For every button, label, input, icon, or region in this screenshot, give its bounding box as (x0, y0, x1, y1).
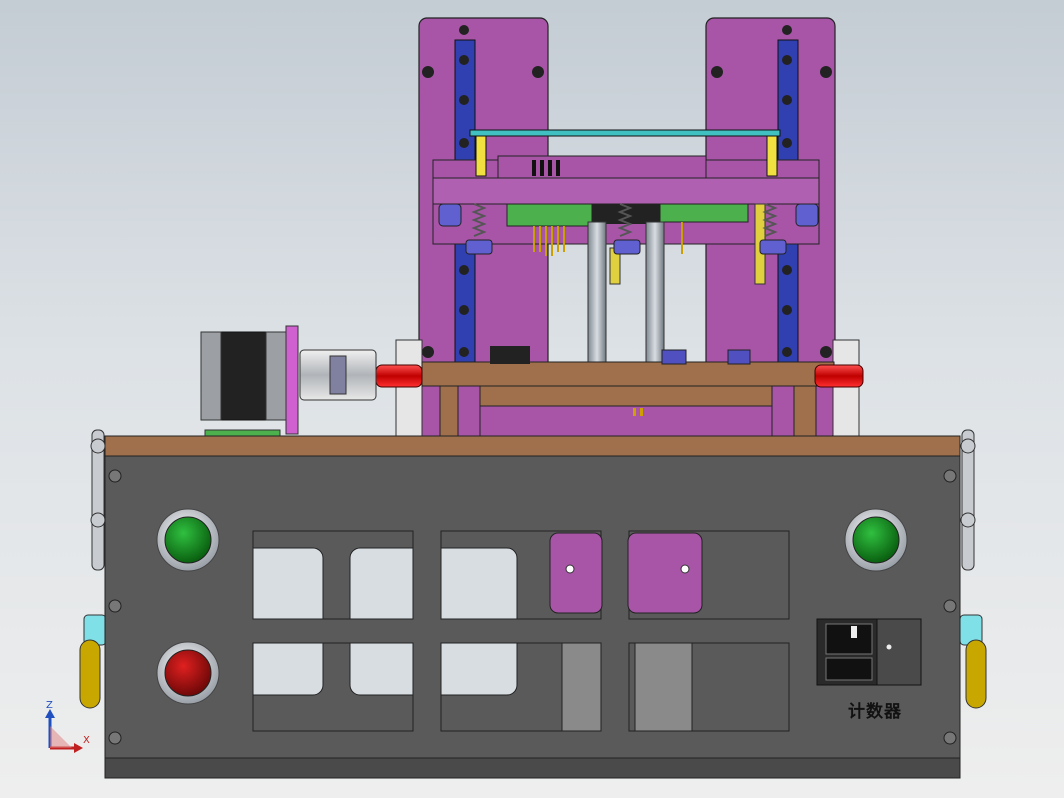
machine-drawing (45, 17, 987, 779)
table-top (104, 435, 961, 457)
stepper-motor (200, 325, 299, 435)
left-side-clamp (90, 429, 106, 571)
purple-bracket-left (549, 532, 603, 614)
right-handle (959, 614, 987, 709)
top-cross-bar (469, 129, 781, 137)
pcb-board-right (659, 203, 749, 223)
left-handle (79, 614, 107, 709)
counter-module (816, 618, 922, 686)
counter-label: 计数器 (848, 702, 902, 722)
guide-shaft-left (587, 221, 607, 365)
red-lead-shaft-right (814, 364, 864, 388)
purple-bracket-right (627, 532, 703, 614)
axis-z-label: Z (46, 700, 53, 711)
red-lead-shaft-left (375, 364, 423, 388)
right-side-clamp (960, 429, 976, 571)
shaft-coupler (299, 349, 377, 401)
axis-triad-icon (45, 709, 83, 753)
guide-shaft-right (645, 221, 665, 365)
start-button-right[interactable] (844, 508, 908, 572)
start-button-icon (164, 516, 212, 564)
control-panel (104, 455, 961, 779)
stop-button-icon (164, 649, 212, 697)
stop-button[interactable] (156, 641, 220, 705)
start-button-left[interactable] (156, 508, 220, 572)
axis-x-label: X (83, 735, 90, 746)
pcb-board-left (506, 203, 593, 227)
